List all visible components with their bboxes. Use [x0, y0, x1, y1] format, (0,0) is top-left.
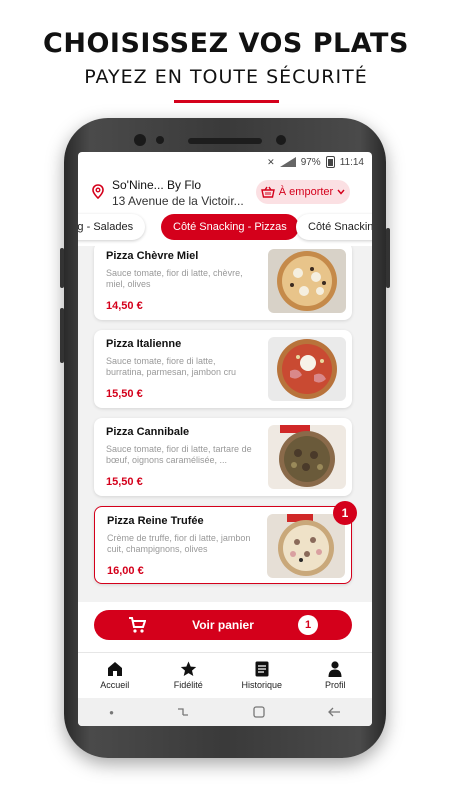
divider	[174, 100, 279, 103]
dot-icon[interactable]: ●	[109, 708, 114, 717]
shopping-cart-icon	[129, 617, 146, 633]
nav-accueil[interactable]: Accueil	[78, 653, 152, 698]
product-price: 15,50 €	[106, 388, 143, 400]
category-tabs: Côté Snacking - Salades Côté Snacking - …	[78, 214, 372, 244]
profile-icon	[328, 661, 342, 677]
home-button-icon[interactable]	[252, 706, 265, 718]
cart-count-badge: 1	[298, 615, 318, 635]
nav-label: Accueil	[100, 680, 130, 690]
product-name: Pizza Italienne	[106, 338, 182, 350]
quantity-badge: 1	[333, 501, 357, 525]
view-cart-label: Voir panier	[192, 618, 254, 632]
product-name: Pizza Reine Trufée	[107, 515, 204, 527]
tab-snacking-salades[interactable]: Côté Snacking - Salades	[78, 214, 146, 240]
nav-fidelite[interactable]: Fidélité	[152, 653, 226, 698]
app-screen: ✕ 97% 11:14 So'Nine... By Flo 13 Avenue …	[78, 152, 372, 726]
product-price: 15,50 €	[106, 476, 143, 488]
product-list[interactable]: Pizza Chèvre Miel Sauce tomate, fior di …	[78, 246, 372, 602]
product-description: Sauce tomate, fior di latte, chèvre, mie…	[106, 268, 243, 289]
mute-icon: ✕	[267, 156, 275, 167]
store-name[interactable]: So'Nine... By Flo	[112, 178, 201, 192]
battery-level: 97%	[300, 156, 321, 168]
signal-icon	[279, 157, 296, 167]
bottom-navigation: Accueil Fidélité Historique Profil	[78, 652, 372, 698]
product-price: 14,50 €	[106, 300, 143, 312]
phone-frame: ✕ 97% 11:14 So'Nine... By Flo 13 Avenue …	[60, 118, 390, 758]
basket-icon	[260, 186, 275, 198]
clock: 11:14	[339, 156, 364, 168]
nav-label: Fidélité	[173, 680, 203, 690]
promo-headline: CHOISISSEZ VOS PLATS	[43, 28, 409, 59]
status-bar: ✕ 97% 11:14	[78, 152, 372, 172]
nav-historique[interactable]: Historique	[225, 653, 299, 698]
back-arrow-icon[interactable]	[327, 706, 341, 718]
product-card[interactable]: Pizza Chèvre Miel Sauce tomate, fior di …	[94, 246, 352, 320]
product-card-selected[interactable]: Pizza Reine Trufée Crème de truffe, fior…	[94, 501, 357, 584]
nav-label: Profil	[324, 680, 346, 690]
product-card[interactable]: Pizza Cannibale Sauce tomate, fior di la…	[94, 418, 352, 496]
phone-speaker	[188, 138, 262, 144]
product-image	[268, 425, 346, 489]
history-icon	[255, 661, 269, 677]
battery-icon	[325, 156, 335, 168]
nav-label: Historique	[241, 680, 283, 690]
store-address[interactable]: 13 Avenue de la Victoir...	[112, 194, 252, 208]
order-mode-label: À emporter	[278, 186, 334, 198]
product-name: Pizza Cannibale	[106, 426, 190, 438]
order-mode-button[interactable]: À emporter	[256, 180, 350, 204]
system-navigation-bar: ●	[78, 698, 372, 726]
nav-profil[interactable]: Profil	[299, 653, 373, 698]
home-icon	[107, 662, 122, 676]
product-description: Crème de truffe, fior di latte, jambon c…	[107, 533, 251, 554]
view-cart-button[interactable]: Voir panier 1	[94, 610, 352, 640]
star-icon	[180, 661, 196, 676]
product-name: Pizza Chèvre Miel	[106, 250, 199, 262]
product-image	[268, 337, 346, 401]
product-price: 16,00 €	[107, 565, 144, 577]
tab-snacking[interactable]: Côté Snacking	[296, 214, 372, 240]
product-card[interactable]: Pizza Italienne Sauce tomate, fiore di l…	[94, 330, 352, 408]
store-header: So'Nine... By Flo 13 Avenue de la Victoi…	[78, 174, 372, 214]
phone-sensor	[134, 134, 146, 146]
tab-snacking-pizzas[interactable]: Côté Snacking - Pizzas	[161, 214, 299, 240]
location-pin-icon	[92, 184, 104, 199]
promo-subline: PAYEZ EN TOUTE SÉCURITÉ	[84, 66, 368, 88]
phone-sensor	[156, 136, 164, 144]
product-description: Sauce tomate, fiore di latte, burratina,…	[106, 356, 237, 377]
product-description: Sauce tomate, fior di latte, tartare de …	[106, 444, 252, 465]
chevron-down-icon	[337, 189, 345, 195]
product-image	[267, 514, 345, 578]
recent-apps-icon[interactable]	[176, 706, 190, 718]
phone-camera	[276, 135, 286, 145]
product-image	[268, 249, 346, 313]
